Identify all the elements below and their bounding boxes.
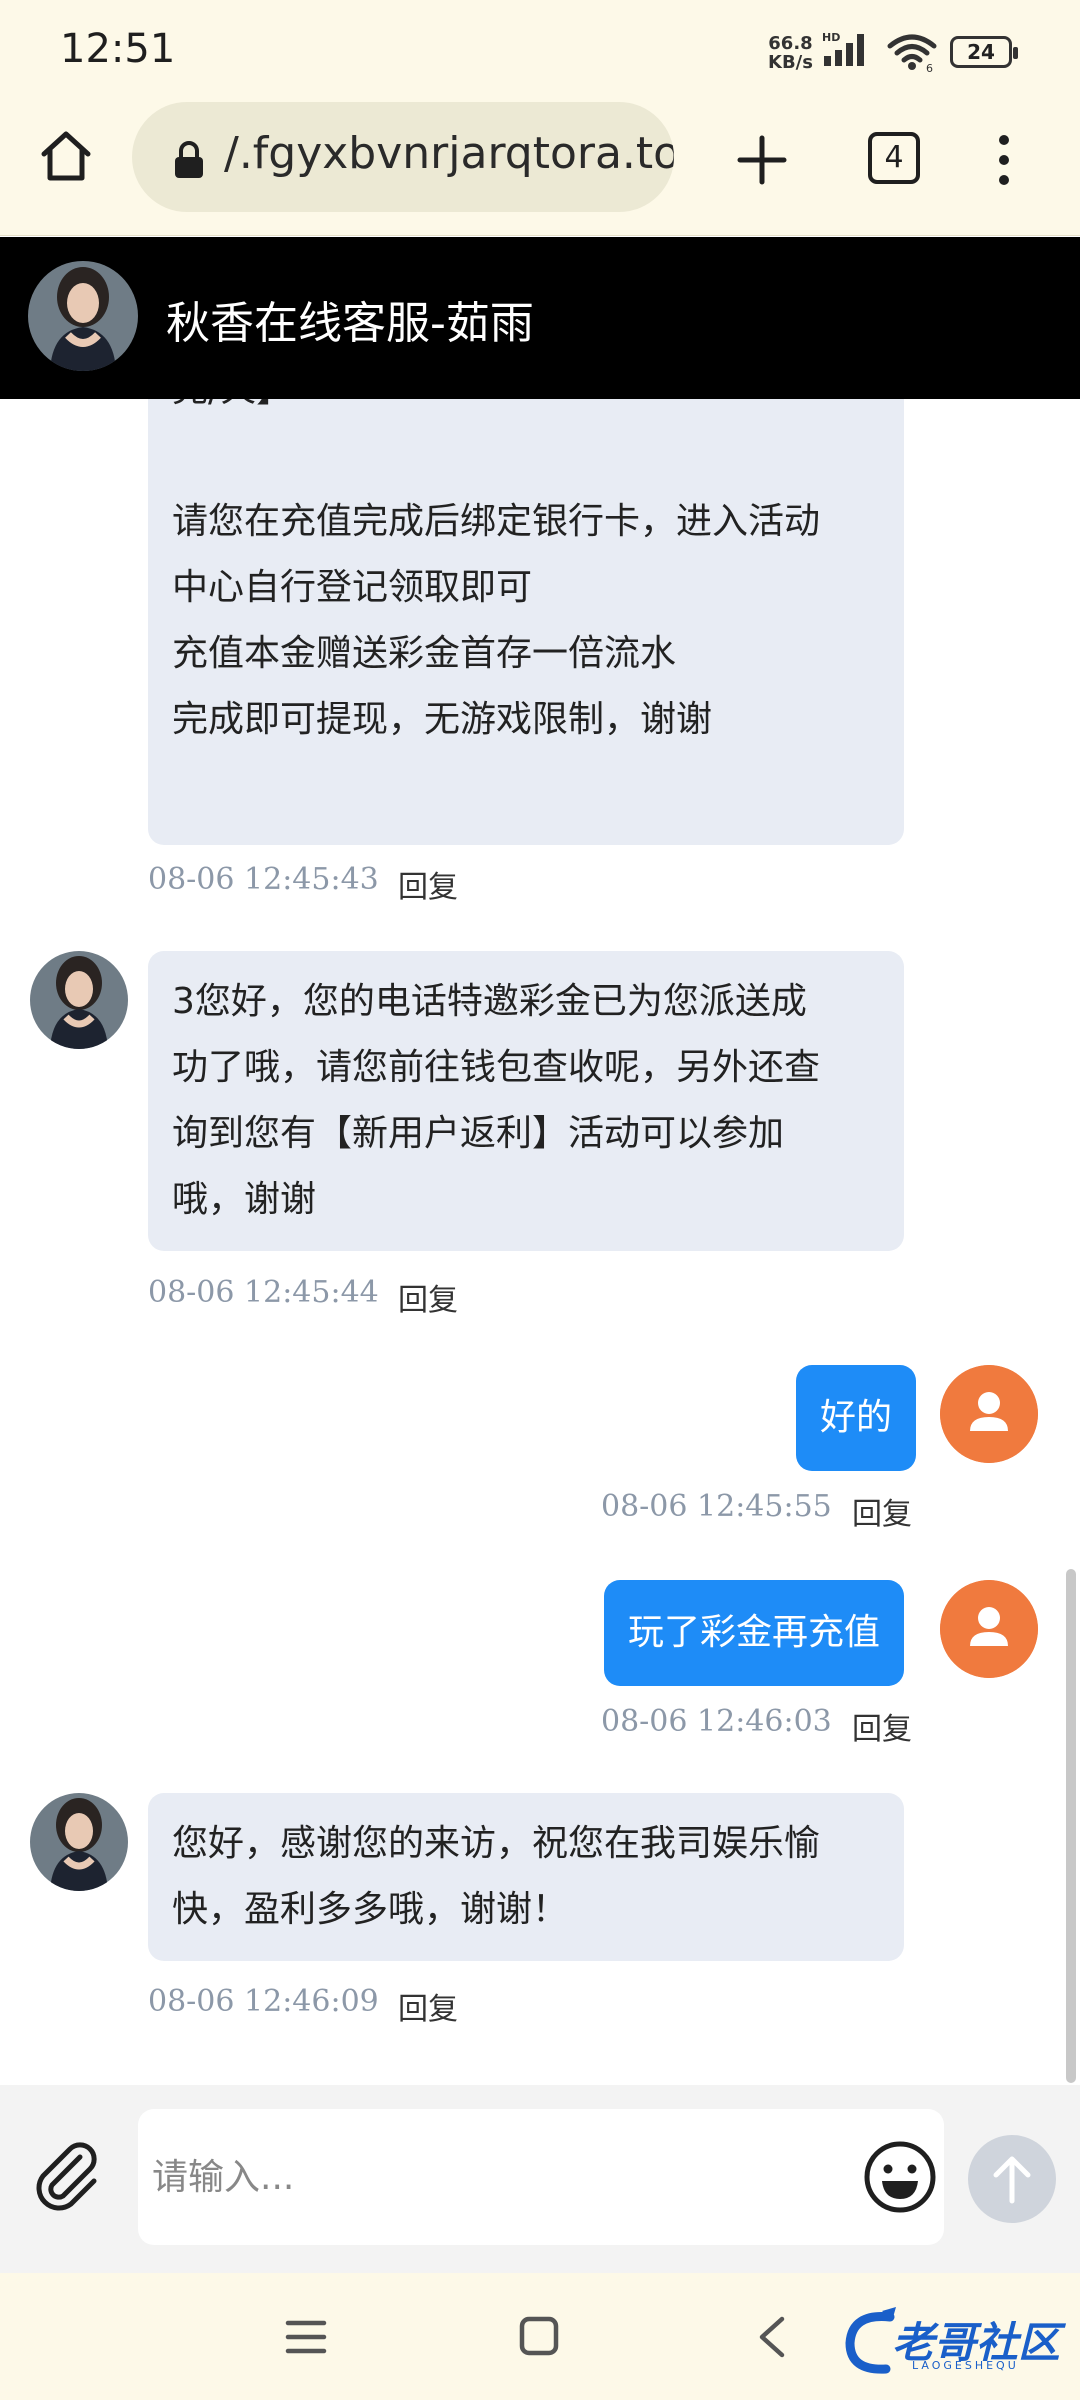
message-composer: [0, 2085, 1080, 2273]
message-line: 充值本金赠送彩金首存一倍流水: [172, 633, 677, 674]
status-time: 12:51: [60, 26, 176, 72]
arrow-up-icon: [993, 2156, 1031, 2204]
user-icon: [940, 1580, 1038, 1678]
message-line: 中心自行登记领取即可: [172, 567, 533, 608]
home-icon[interactable]: [36, 126, 96, 186]
smiley-icon[interactable]: [862, 2139, 938, 2215]
url-text: /.fgyxbvnrjarqtora.top: [224, 128, 674, 179]
user-icon: [940, 1365, 1038, 1463]
paperclip-icon[interactable]: [30, 2139, 106, 2215]
message-timestamp: 08-06 12:46:03: [601, 1704, 832, 1739]
battery-indicator: 24: [950, 36, 1018, 68]
message-line: 询到您有【新用户返利】活动可以参加: [172, 1113, 785, 1154]
back-icon[interactable]: [754, 2313, 790, 2361]
tab-switcher-button[interactable]: 4: [868, 132, 920, 184]
message-timestamp: 08-06 12:46:09: [148, 1984, 379, 2019]
chat-messages[interactable]: 完/火】 请您在充值完成后绑定银行卡，进入活动 中心自行登记领取即可 充值本金赠…: [0, 399, 1080, 2085]
cellular-signal-icon: HD: [822, 31, 864, 66]
network-speed-value: 66.8: [768, 33, 813, 54]
send-button[interactable]: [968, 2135, 1056, 2223]
outgoing-message: 玩了彩金再充值: [604, 1580, 905, 1686]
message-line: [172, 423, 880, 489]
watermark-subtext: LAOGESHEQU: [912, 2359, 1019, 2372]
status-bar: 12:51 66.8 KB/s HD 6 24: [0, 0, 1080, 100]
address-bar[interactable]: /.fgyxbvnrjarqtora.top: [132, 102, 674, 212]
more-vert-icon[interactable]: [984, 130, 1024, 190]
message-line: 请您在充值完成后绑定银行卡，进入活动: [172, 501, 821, 542]
network-speed-unit: KB/s: [768, 52, 813, 73]
message-line: 哦，谢谢: [172, 1179, 317, 1220]
outgoing-message: 好的: [796, 1365, 917, 1471]
reply-link[interactable]: 回复: [398, 1984, 458, 2028]
message-line: 快，盈利多多哦，谢谢！: [172, 1889, 569, 1930]
message-timestamp: 08-06 12:45:43: [148, 862, 379, 897]
agent-avatar: [30, 1793, 128, 1891]
system-nav-bar: 老哥社区 LAOGESHEQU: [0, 2273, 1080, 2400]
message-timestamp: 08-06 12:45:44: [148, 1275, 379, 1310]
agent-avatar: [30, 951, 128, 1049]
message-line: 3您好，您的电话特邀彩金已为您派送成: [172, 981, 807, 1022]
incoming-message: 3您好，您的电话特邀彩金已为您派送成 功了哦，请您前往钱包查收呢，另外还查 询到…: [148, 951, 904, 1251]
message-line: 完/火】: [172, 399, 880, 423]
recent-apps-icon[interactable]: [284, 2317, 328, 2357]
nav-home-icon[interactable]: [518, 2315, 560, 2357]
wifi-icon: 6: [887, 34, 937, 72]
reply-link[interactable]: 回复: [398, 862, 458, 906]
message-timestamp: 08-06 12:45:55: [601, 1489, 832, 1524]
network-speed: 66.8 KB/s: [768, 34, 813, 72]
incoming-message: 完/火】 请您在充值完成后绑定银行卡，进入活动 中心自行登记领取即可 充值本金赠…: [148, 399, 904, 845]
message-line: 功了哦，请您前往钱包查收呢，另外还查: [172, 1047, 821, 1088]
browser-toolbar: /.fgyxbvnrjarqtora.top 4: [0, 100, 1080, 236]
reply-link[interactable]: 回复: [398, 1275, 458, 1319]
watermark-logo: 老哥社区 LAOGESHEQU: [842, 2303, 1068, 2381]
lock-icon: [175, 141, 203, 178]
chat-scrollbar[interactable]: [1066, 1569, 1076, 2083]
plus-icon[interactable]: [730, 128, 794, 192]
agent-avatar: [28, 261, 138, 371]
incoming-message: 您好，感谢您的来访，祝您在我司娱乐愉 快，盈利多多哦，谢谢！: [148, 1793, 904, 1961]
message-line: 您好，感谢您的来访，祝您在我司娱乐愉: [172, 1823, 821, 1864]
chat-header: 秋香在线客服-茹雨: [0, 237, 1080, 399]
message-line: 完成即可提现，无游戏限制，谢谢: [172, 699, 713, 740]
message-input-container: [138, 2109, 944, 2245]
svg-text:HD: HD: [822, 31, 840, 44]
reply-link[interactable]: 回复: [852, 1489, 912, 1533]
reply-link[interactable]: 回复: [852, 1704, 912, 1748]
chat-title: 秋香在线客服-茹雨: [166, 298, 534, 349]
message-input[interactable]: [152, 2147, 842, 2207]
svg-text:6: 6: [926, 62, 933, 72]
